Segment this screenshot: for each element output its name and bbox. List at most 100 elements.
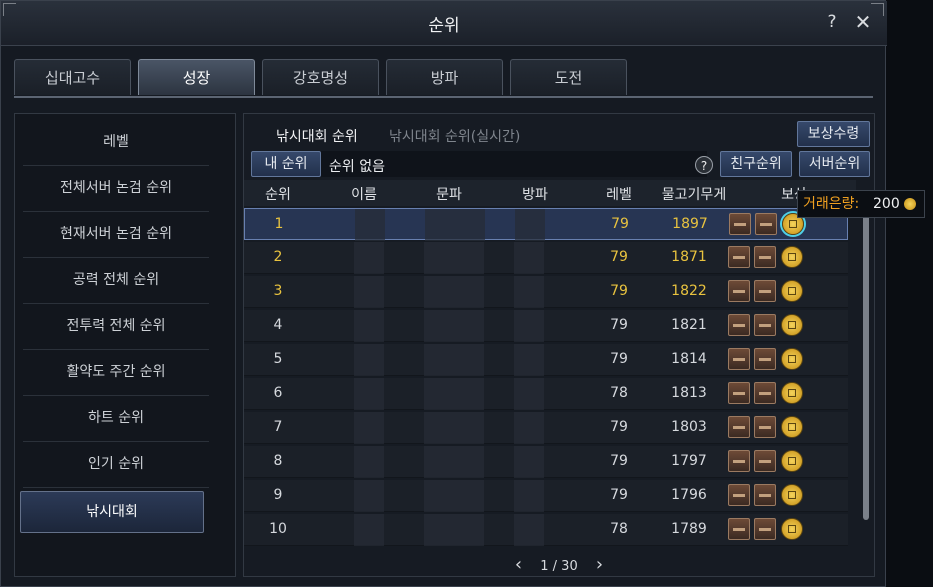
weight-cell: 1797 xyxy=(671,453,707,469)
sidebar-item-all-server-duel[interactable]: 전체서버 논검 순위 xyxy=(23,166,209,212)
weight-cell: 1871 xyxy=(671,249,707,265)
chest-icon[interactable] xyxy=(728,314,750,336)
coin-icon[interactable] xyxy=(781,450,803,472)
chest-icon[interactable] xyxy=(754,450,776,472)
tab-challenge[interactable]: 도전 xyxy=(510,59,627,95)
tab-top-ten[interactable]: 십대고수 xyxy=(14,59,131,95)
weight-cell: 1803 xyxy=(671,419,707,435)
chest-icon[interactable] xyxy=(728,450,750,472)
table-row[interactable]: 7 79 1803 xyxy=(244,412,848,444)
chest-icon[interactable] xyxy=(729,213,751,235)
tab-guild[interactable]: 방파 xyxy=(386,59,503,95)
chest-icon[interactable] xyxy=(754,382,776,404)
guild-cell-redacted xyxy=(514,514,544,546)
pagination: ‹ 1 / 30 › xyxy=(244,554,874,575)
level-cell: 78 xyxy=(610,385,628,401)
rank-cell: 8 xyxy=(273,453,283,469)
chest-icon[interactable] xyxy=(728,416,750,438)
coin-icon[interactable] xyxy=(781,518,803,540)
weight-cell: 1789 xyxy=(671,521,707,537)
table-row[interactable]: 5 79 1814 xyxy=(244,344,848,376)
clan-cell-redacted xyxy=(424,242,484,274)
reward-tooltip: 거래은량: 200 xyxy=(797,190,925,218)
coin-icon[interactable] xyxy=(781,416,803,438)
weight-cell: 1814 xyxy=(671,351,707,367)
chest-icon[interactable] xyxy=(728,518,750,540)
scrollbar-thumb[interactable] xyxy=(863,208,869,520)
coin-icon[interactable] xyxy=(781,484,803,506)
table-row[interactable]: 9 79 1796 xyxy=(244,480,848,512)
name-cell-redacted xyxy=(355,209,385,241)
prev-page-button[interactable]: ‹ xyxy=(515,554,522,575)
chest-icon[interactable] xyxy=(728,382,750,404)
chest-icon[interactable] xyxy=(728,348,750,370)
my-rank-button[interactable]: 내 순위 xyxy=(251,151,321,177)
guild-cell-redacted xyxy=(514,446,544,478)
chest-icon[interactable] xyxy=(754,280,776,302)
guild-cell-redacted xyxy=(514,276,544,308)
table-row[interactable]: 8 79 1797 xyxy=(244,446,848,478)
sidebar-item-weekly-activity[interactable]: 활약도 주간 순위 xyxy=(23,350,209,396)
level-cell: 79 xyxy=(611,216,629,232)
chest-icon[interactable] xyxy=(754,314,776,336)
table-row[interactable]: 6 78 1813 xyxy=(244,378,848,410)
clan-cell-redacted xyxy=(424,514,484,546)
tab-reputation[interactable]: 강호명성 xyxy=(262,59,379,95)
subtab-fishing-rank-live[interactable]: 낚시대회 순위(실시간) xyxy=(389,126,520,146)
chest-icon[interactable] xyxy=(754,246,776,268)
my-rank-value: 순위 없음 xyxy=(329,159,385,175)
chest-icon[interactable] xyxy=(754,416,776,438)
guild-cell-redacted xyxy=(514,310,544,342)
name-cell-redacted xyxy=(354,344,384,376)
coin-icon[interactable] xyxy=(781,246,803,268)
clan-cell-redacted xyxy=(425,209,485,241)
table-row[interactable]: 3 79 1822 xyxy=(244,276,848,308)
coin-icon[interactable] xyxy=(781,314,803,336)
chest-icon[interactable] xyxy=(754,518,776,540)
table-row[interactable]: 1 79 1897 xyxy=(244,208,848,241)
server-rank-button[interactable]: 서버순위 xyxy=(799,151,870,177)
help-button[interactable]: ? xyxy=(821,11,843,33)
guild-cell-redacted xyxy=(514,412,544,444)
chest-icon[interactable] xyxy=(755,213,777,235)
name-cell-redacted xyxy=(354,514,384,546)
rank-cell: 2 xyxy=(273,249,283,265)
title-bar: 순위 ? ✕ xyxy=(1,1,887,46)
subtab-fishing-rank[interactable]: 낚시대회 순위 xyxy=(276,126,358,146)
chest-icon[interactable] xyxy=(728,280,750,302)
sidebar-item-heart[interactable]: 하트 순위 xyxy=(23,396,209,442)
sidebar-item-current-server-duel[interactable]: 현재서버 논검 순위 xyxy=(23,212,209,258)
sidebar-item-fishing[interactable]: 낚시대회 xyxy=(20,491,204,533)
scrollbar[interactable] xyxy=(863,208,869,520)
clan-cell-redacted xyxy=(424,446,484,478)
chest-icon[interactable] xyxy=(728,484,750,506)
weight-cell: 1822 xyxy=(671,283,707,299)
sidebar-item-inner-power[interactable]: 공력 전체 순위 xyxy=(23,258,209,304)
sidebar-item-popularity[interactable]: 인기 순위 xyxy=(23,442,209,488)
rank-cell: 6 xyxy=(273,385,283,401)
ranking-window: 순위 ? ✕ 십대고수 성장 강호명성 방파 도전 레벨 전체서버 논검 순위 … xyxy=(0,0,887,587)
claim-reward-button[interactable]: 보상수령 xyxy=(797,121,870,147)
next-page-button[interactable]: › xyxy=(596,554,603,575)
sidebar-item-combat-power[interactable]: 전투력 전체 순위 xyxy=(23,304,209,350)
chest-icon[interactable] xyxy=(754,484,776,506)
sidebar-item-level[interactable]: 레벨 xyxy=(23,120,209,166)
table-row[interactable]: 2 79 1871 xyxy=(244,242,848,274)
name-cell-redacted xyxy=(354,480,384,512)
level-cell: 79 xyxy=(610,283,628,299)
table-row[interactable]: 4 79 1821 xyxy=(244,310,848,342)
page-indicator: 1 / 30 xyxy=(540,559,578,574)
chest-icon[interactable] xyxy=(728,246,750,268)
table-row[interactable]: 10 78 1789 xyxy=(244,514,848,546)
weight-cell: 1796 xyxy=(671,487,707,503)
friend-rank-button[interactable]: 친구순위 xyxy=(720,151,792,177)
column-rank: 순위 xyxy=(265,187,291,203)
coin-icon[interactable] xyxy=(781,382,803,404)
clan-cell-redacted xyxy=(424,378,484,410)
chest-icon[interactable] xyxy=(754,348,776,370)
coin-icon[interactable] xyxy=(781,348,803,370)
help-icon[interactable]: ? xyxy=(695,156,713,174)
name-cell-redacted xyxy=(354,310,384,342)
tab-growth[interactable]: 성장 xyxy=(138,59,255,95)
coin-icon[interactable] xyxy=(781,280,803,302)
